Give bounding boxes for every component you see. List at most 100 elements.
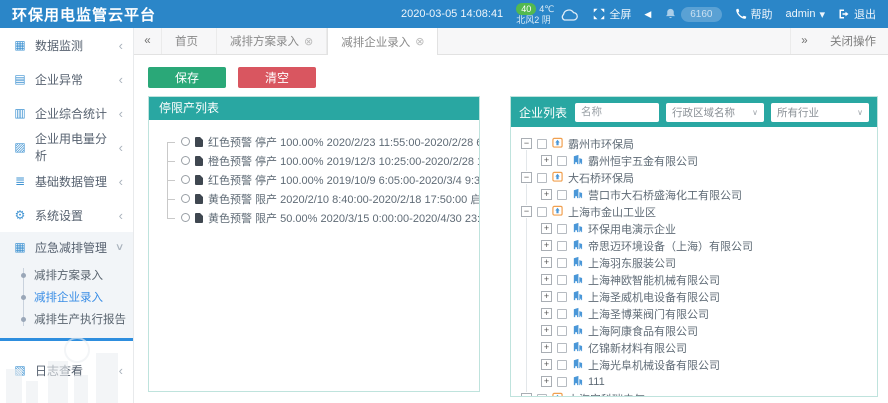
checkbox[interactable] <box>537 207 547 217</box>
plan-label: 橙色预警 停产 100.00% 2019/12/3 10:25:00-2020/… <box>208 153 480 169</box>
checkbox[interactable] <box>557 190 567 200</box>
radio-button-icon[interactable] <box>181 213 190 222</box>
checkbox[interactable] <box>537 173 547 183</box>
chevron-down-icon: ∨ <box>857 108 863 117</box>
sidebar-subitem[interactable]: 减排方案录入 <box>0 264 133 286</box>
sidebar-item-label: 基础数据管理 <box>35 173 107 190</box>
building-icon <box>572 375 583 389</box>
company-row[interactable]: 环保用电演示企业 <box>521 220 871 237</box>
expander-icon[interactable] <box>541 291 552 302</box>
company-row[interactable]: 上海光阜机械设备有限公司 <box>521 356 871 373</box>
checkbox[interactable] <box>557 275 567 285</box>
checkbox[interactable] <box>537 139 547 149</box>
sidebar-subitem-label: 减排企业录入 <box>34 289 103 305</box>
tabs-scroll-right-button[interactable]: » <box>790 28 818 54</box>
company-row[interactable]: 上海市金山工业区 <box>521 203 871 220</box>
region-select[interactable]: 行政区域名称 ∨ <box>666 103 764 122</box>
plan-row[interactable]: 橙色预警 停产 100.00% 2019/12/3 10:25:00-2020/… <box>161 151 471 170</box>
expander-icon[interactable] <box>541 257 552 268</box>
document-icon <box>195 175 203 185</box>
checkbox[interactable] <box>557 343 567 353</box>
expander-icon[interactable] <box>521 393 532 397</box>
sidebar-item[interactable]: ▨ 企业用电量分析 ‹ <box>0 130 133 164</box>
checkbox[interactable] <box>557 258 567 268</box>
expander-icon[interactable] <box>521 138 532 149</box>
checkbox[interactable] <box>557 156 567 166</box>
expander-icon[interactable] <box>541 325 552 336</box>
sidebar-subitem[interactable]: 减排企业录入 <box>0 286 133 308</box>
company-row[interactable]: 霸州市环保局 <box>521 135 871 152</box>
sidebar-group-emergency: ▦ 应急减排管理 ∨ 减排方案录入 减排企业录入 减排生产执行报告 <box>0 232 133 341</box>
plan-row[interactable]: 红色预警 停产 100.00% 2019/10/9 6:05:00-2020/3… <box>161 170 471 189</box>
tab[interactable]: 减排企业录入 <box>327 28 438 55</box>
checkbox[interactable] <box>557 377 567 387</box>
clear-button[interactable]: 清空 <box>238 67 316 88</box>
plan-row[interactable]: 黄色预警 限产 50.00% 2020/3/15 0:00:00-2020/4/… <box>161 208 471 227</box>
user-menu[interactable]: admin ▾ <box>786 8 826 21</box>
notifications-button[interactable]: 6160 <box>664 7 721 22</box>
company-row[interactable]: 上海圣博莱阀门有限公司 <box>521 305 871 322</box>
sidebar-item[interactable]: ▤ 企业异常 ‹ <box>0 62 133 96</box>
tab-label: 首页 <box>175 33 198 49</box>
expander-icon[interactable] <box>541 376 552 387</box>
radio-button-icon[interactable] <box>181 156 190 165</box>
help-button[interactable]: 帮助 <box>735 6 773 22</box>
expander-icon[interactable] <box>541 308 552 319</box>
plan-row[interactable]: 黄色预警 限产 2020/2/10 8:40:00-2020/2/18 17:5… <box>161 189 471 208</box>
close-operations-menu[interactable]: 关闭操作 <box>818 28 888 54</box>
expander-icon[interactable] <box>541 359 552 370</box>
expander-icon[interactable] <box>521 172 532 183</box>
expander-icon[interactable] <box>541 155 552 166</box>
company-row[interactable]: 上海阿康食品有限公司 <box>521 322 871 339</box>
save-button[interactable]: 保存 <box>148 67 226 88</box>
company-row[interactable]: 上海圣威机电设备有限公司 <box>521 288 871 305</box>
industry-select[interactable]: 所有行业 ∨ <box>771 103 869 122</box>
radio-button-icon[interactable] <box>181 175 190 184</box>
company-name-input[interactable] <box>575 103 659 122</box>
sidebar-item-logs[interactable]: ▧ 日志查看 ‹ <box>0 353 133 387</box>
expander-icon[interactable] <box>541 223 552 234</box>
sidebar-item[interactable]: ▥ 企业综合统计 ‹ <box>0 96 133 130</box>
company-row[interactable]: 上海羽东服装公司 <box>521 254 871 271</box>
company-row[interactable]: 上海安科瑞电气 <box>521 390 871 397</box>
company-row[interactable]: 营口市大石桥盛海化工有限公司 <box>521 186 871 203</box>
checkbox[interactable] <box>557 326 567 336</box>
sidebar-item-emergency-management[interactable]: ▦ 应急减排管理 ∨ <box>0 232 133 262</box>
plan-row[interactable]: 红色预警 停产 100.00% 2020/2/23 11:55:00-2020/… <box>161 132 471 151</box>
checkbox[interactable] <box>557 360 567 370</box>
checkbox[interactable] <box>557 224 567 234</box>
checkbox[interactable] <box>537 394 547 398</box>
mute-speaker-icon[interactable]: ◀ <box>644 9 651 20</box>
company-list-panel-header: 企业列表 行政区域名称 ∨ 所有行业 ∨ <box>511 97 877 127</box>
sidebar-subitem[interactable]: 减排生产执行报告 <box>0 308 133 330</box>
checkbox[interactable] <box>557 309 567 319</box>
cloud-icon <box>558 7 580 22</box>
expander-icon[interactable] <box>541 189 552 200</box>
tab[interactable]: 减排方案录入 <box>217 28 327 54</box>
tab-close-icon[interactable] <box>304 35 313 48</box>
radio-button-icon[interactable] <box>181 137 190 146</box>
company-row[interactable]: 上海神欧智能机械有限公司 <box>521 271 871 288</box>
sidebar-item[interactable]: ⚙ 系统设置 ‹ <box>0 198 133 232</box>
fullscreen-button[interactable]: 全屏 <box>593 6 631 22</box>
company-row[interactable]: 大石桥环保局 <box>521 169 871 186</box>
expander-icon[interactable] <box>521 206 532 217</box>
plan-label: 黄色预警 限产 50.00% 2020/3/15 0:00:00-2020/4/… <box>208 210 480 226</box>
radio-button-icon[interactable] <box>181 194 190 203</box>
company-row[interactable]: 111 <box>521 373 871 390</box>
sidebar-item-icon: ▤ <box>13 72 27 86</box>
tab[interactable]: 首页 <box>162 28 217 54</box>
tab-close-icon[interactable] <box>415 35 424 48</box>
checkbox[interactable] <box>557 241 567 251</box>
expander-icon[interactable] <box>541 342 552 353</box>
sidebar-item[interactable]: ≣ 基础数据管理 ‹ <box>0 164 133 198</box>
expander-icon[interactable] <box>541 240 552 251</box>
sidebar-item[interactable]: ▦ 数据监测 ‹ <box>0 28 133 62</box>
company-row[interactable]: 亿锦新材料有限公司 <box>521 339 871 356</box>
company-row[interactable]: 帝思迈环境设备（上海）有限公司 <box>521 237 871 254</box>
tabs-scroll-left-button[interactable]: « <box>134 28 162 54</box>
logout-button[interactable]: 退出 <box>838 6 876 22</box>
company-row[interactable]: 霸州恒宇五金有限公司 <box>521 152 871 169</box>
expander-icon[interactable] <box>541 274 552 285</box>
checkbox[interactable] <box>557 292 567 302</box>
